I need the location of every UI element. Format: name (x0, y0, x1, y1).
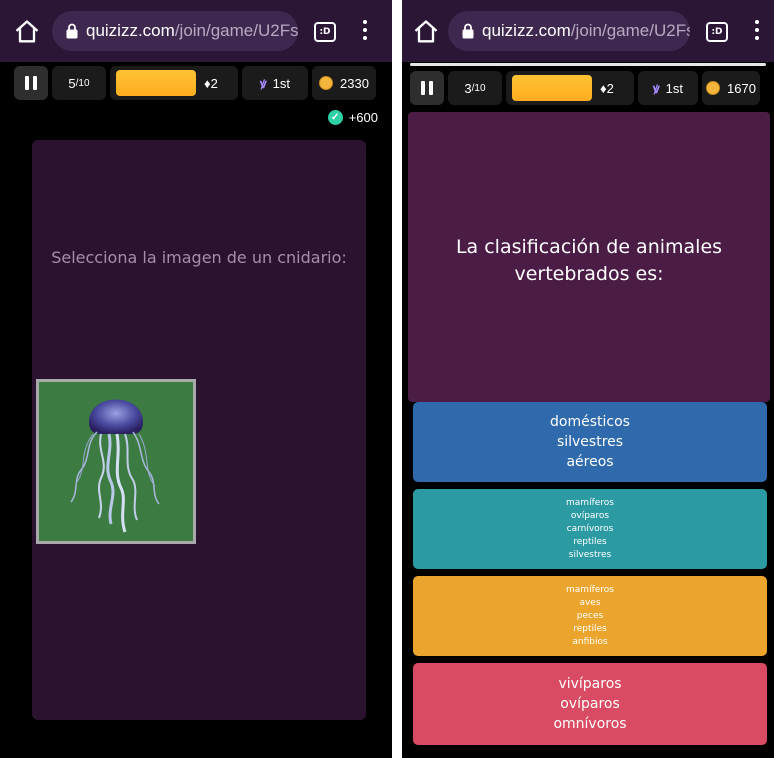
jellyfish-image (70, 399, 160, 533)
pause-button[interactable] (410, 71, 444, 105)
streak-meter: ♦2 (506, 71, 634, 105)
left-screenshot: quizizz.com/join/game/U2Fs :D 5/10 ♦2 ꝟ1… (0, 0, 392, 758)
streak-count: ♦2 (204, 75, 218, 91)
question-card: La clasificación de animales vertebrados… (408, 112, 770, 402)
browser-toolbar: quizizz.com/join/game/U2Fs :D (0, 0, 392, 62)
check-icon: ✓ (327, 110, 343, 125)
question-text: Selecciona la imagen de un cnidario: (51, 248, 347, 267)
rank-display: ꝟ 1st (638, 71, 698, 105)
address-bar[interactable]: quizizz.com/join/game/U2Fs (448, 11, 690, 51)
game-hud: 5/10 ♦2 ꝟ 1st 2330 (14, 66, 376, 100)
answer-option-1[interactable]: domésticos silvestres aéreos (413, 402, 767, 482)
streak-count: ♦2 (600, 80, 614, 96)
more-menu-icon[interactable] (362, 20, 368, 42)
lock-icon (462, 23, 474, 39)
points-bonus: ✓ +600 (327, 110, 378, 125)
streak-meter: ♦2 (110, 66, 238, 100)
question-text: La clasificación de animales vertebrados… (455, 236, 723, 285)
score-display: 2330 (312, 66, 376, 100)
medal-icon: ꝟ (653, 81, 660, 96)
lock-icon (66, 23, 78, 39)
url-text: quizizz.com/join/game/U2Fs (482, 21, 690, 40)
more-menu-icon[interactable] (754, 20, 760, 42)
score-display: 1670 (702, 71, 760, 105)
coin-icon (706, 81, 721, 95)
home-icon[interactable] (13, 18, 41, 46)
game-hud: 3/10 ♦2 ꝟ 1st 1670 (410, 71, 760, 105)
answer-option-4[interactable]: vivíparos ovíparos omnívoros (413, 663, 767, 745)
question-counter: 3/10 (448, 71, 502, 105)
answer-option-3[interactable]: mamíferos aves peces reptiles anfibios (413, 576, 767, 656)
question-counter: 5/10 (52, 66, 106, 100)
right-screenshot: quizizz.com/join/game/U2Fs :D 3/10 ♦2 ꝟ1… (402, 0, 774, 758)
answer-option-image[interactable] (36, 379, 196, 544)
page-load-progress (410, 63, 766, 66)
tab-switcher-button[interactable]: :D (706, 22, 728, 42)
streak-bar (116, 70, 196, 96)
coin-icon (319, 76, 334, 90)
rank-display: ꝟ 1st (242, 66, 308, 100)
home-icon[interactable] (412, 18, 440, 46)
answer-option-2[interactable]: mamíferos ovíparos carnívoros reptiles s… (413, 489, 767, 569)
url-text: quizizz.com/join/game/U2Fs (86, 21, 298, 40)
streak-bar (512, 75, 592, 101)
pause-button[interactable] (14, 66, 48, 100)
address-bar[interactable]: quizizz.com/join/game/U2Fs (52, 11, 298, 51)
tab-switcher-button[interactable]: :D (314, 22, 336, 42)
browser-toolbar: quizizz.com/join/game/U2Fs :D (402, 0, 774, 62)
medal-icon: ꝟ (260, 76, 267, 91)
